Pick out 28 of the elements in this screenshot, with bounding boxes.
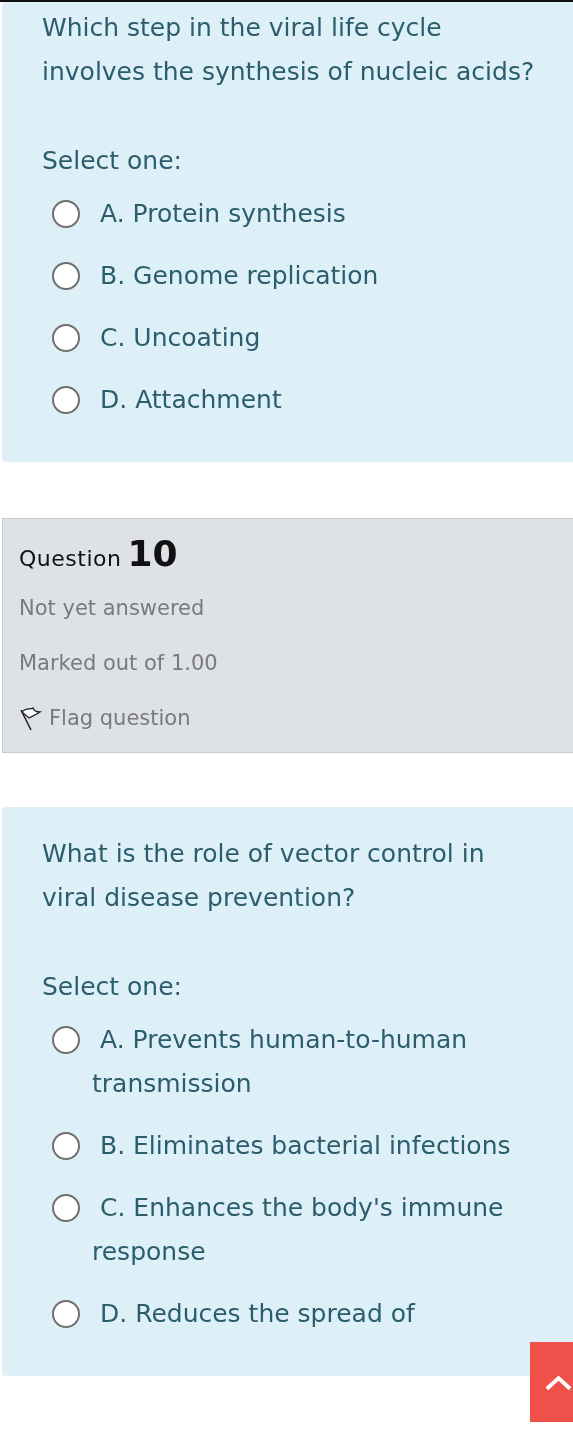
marks-text: Marked out of 1.00 — [19, 650, 219, 677]
prompt-text: Select one: — [42, 145, 183, 177]
radio-button[interactable] — [52, 200, 80, 228]
option-label[interactable]: D. Attachment — [92, 378, 517, 422]
radio-button[interactable] — [52, 1194, 80, 1222]
chevron-up-icon — [544, 1373, 573, 1391]
radio-button[interactable] — [52, 262, 80, 290]
prompt-text: Select one: — [42, 971, 183, 1003]
radio-button[interactable] — [52, 1300, 80, 1328]
question-number: 10 — [127, 533, 178, 574]
status-text: Not yet answered — [19, 595, 206, 622]
option-label[interactable]: A. Protein synthesis — [92, 192, 517, 236]
question-text: Which step in the viral life cycle involves the synthesis of nucleic acids? — [42, 12, 536, 88]
scroll-to-top-button[interactable] — [530, 1342, 573, 1422]
flag-question-link[interactable]: Flag question — [49, 698, 191, 738]
option-label[interactable]: B. Genome replication — [92, 254, 517, 298]
flag-icon[interactable] — [19, 704, 43, 732]
radio-button[interactable] — [52, 324, 80, 352]
option-label[interactable]: D. Reduces the spread of — [92, 1292, 517, 1336]
radio-button[interactable] — [52, 386, 80, 414]
option-label[interactable]: A. Prevents human-to-human transmission — [92, 1018, 517, 1106]
radio-button[interactable] — [52, 1026, 80, 1054]
question-text: What is the role of vector control in viral disease prevention? — [42, 838, 486, 914]
question-heading: Question — [19, 546, 122, 571]
option-label[interactable]: B. Eliminates bacterial infections — [92, 1124, 517, 1168]
option-label[interactable]: C. Enhances the body's immune response — [92, 1186, 517, 1274]
radio-button[interactable] — [52, 1132, 80, 1160]
option-label[interactable]: C. Uncoating — [92, 316, 517, 360]
